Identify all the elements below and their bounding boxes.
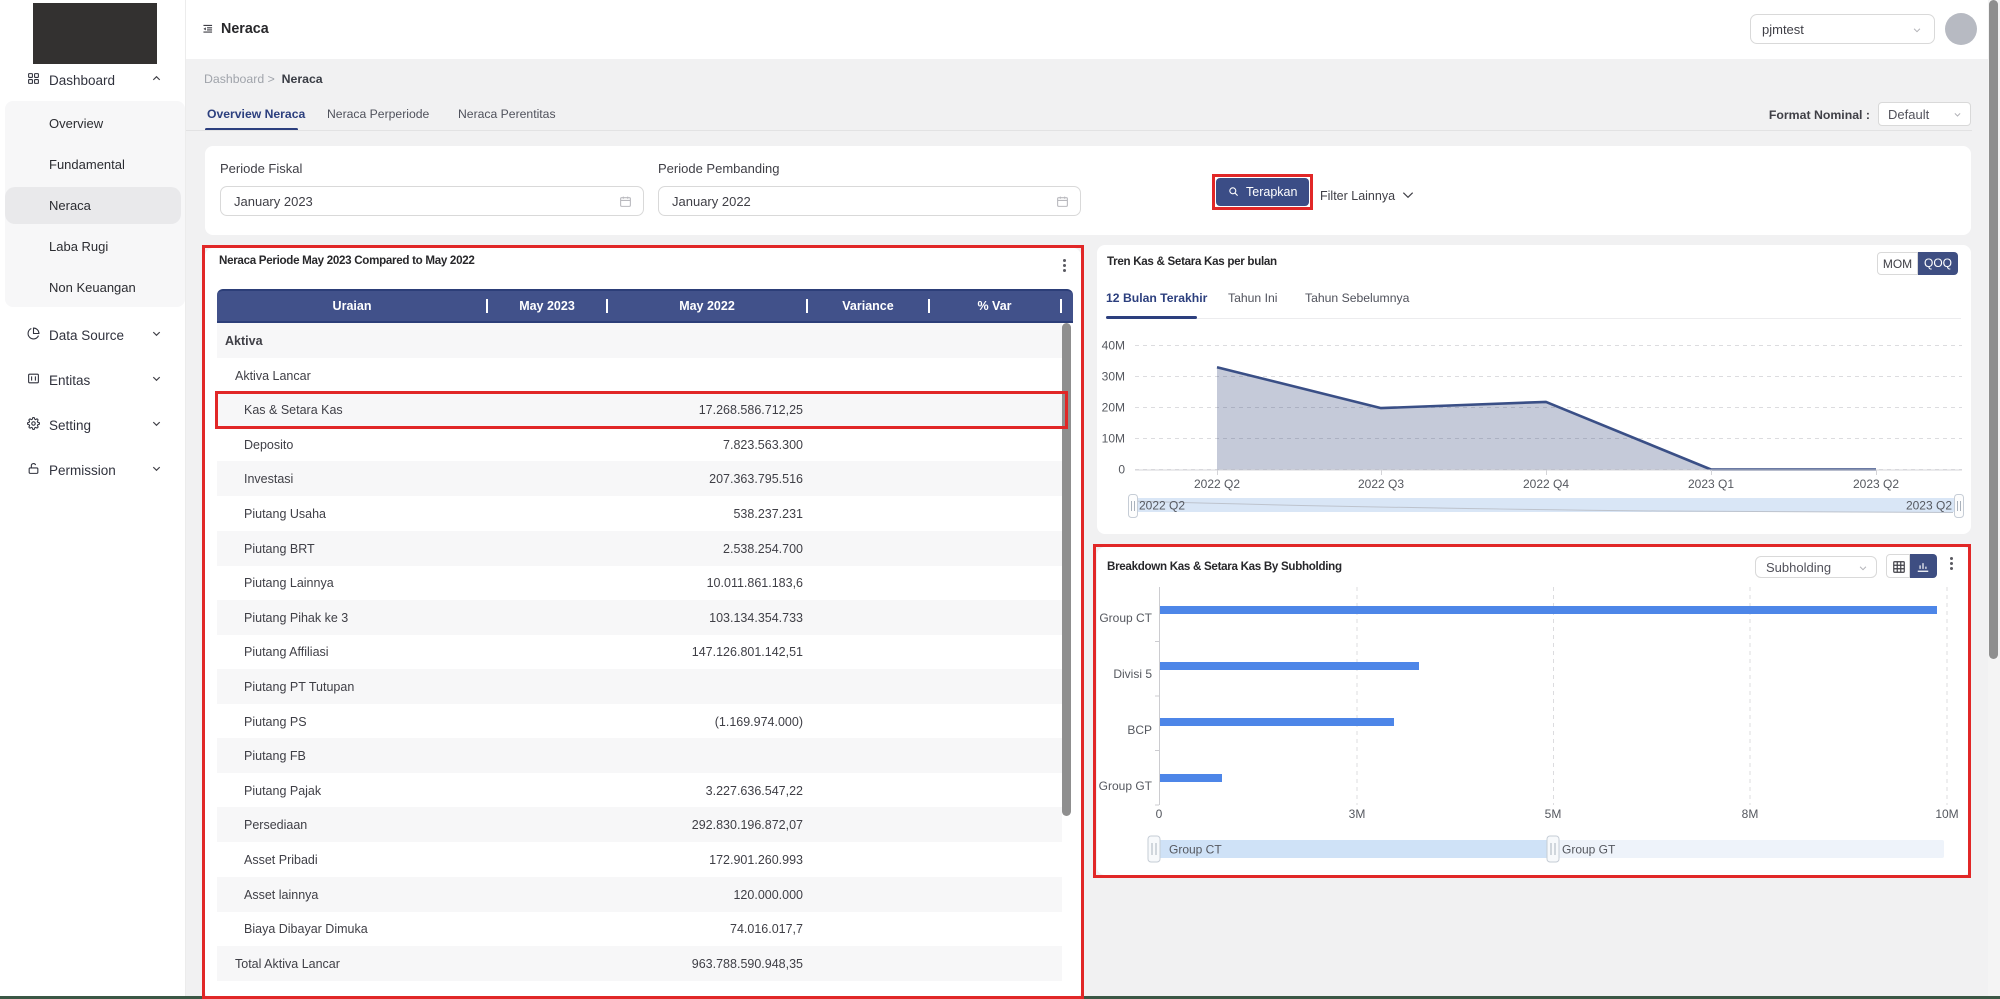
svg-text:3M: 3M (1349, 807, 1366, 821)
svg-text:BCP: BCP (1127, 723, 1152, 737)
svg-text:2023 Q2: 2023 Q2 (1906, 499, 1952, 513)
svg-text:Group GT: Group GT (1562, 843, 1616, 857)
svg-text:0: 0 (1118, 463, 1125, 477)
svg-text:30M: 30M (1102, 370, 1125, 384)
svg-text:2022 Q4: 2022 Q4 (1523, 477, 1569, 491)
svg-text:20M: 20M (1102, 401, 1125, 415)
svg-text:10M: 10M (1102, 432, 1125, 446)
svg-text:5M: 5M (1545, 807, 1562, 821)
svg-text:2023 Q2: 2023 Q2 (1853, 477, 1899, 491)
svg-text:2022 Q2: 2022 Q2 (1194, 477, 1240, 491)
svg-text:Divisi 5: Divisi 5 (1113, 667, 1152, 681)
svg-text:Group GT: Group GT (1099, 779, 1153, 793)
svg-text:8M: 8M (1742, 807, 1759, 821)
svg-text:Group CT: Group CT (1169, 843, 1222, 857)
svg-text:2023 Q1: 2023 Q1 (1688, 477, 1734, 491)
svg-text:2022 Q3: 2022 Q3 (1358, 477, 1404, 491)
svg-text:2022 Q2: 2022 Q2 (1139, 499, 1185, 513)
svg-text:0: 0 (1156, 807, 1163, 821)
svg-text:10M: 10M (1935, 807, 1958, 821)
svg-text:40M: 40M (1102, 339, 1125, 353)
svg-text:Group CT: Group CT (1099, 611, 1152, 625)
